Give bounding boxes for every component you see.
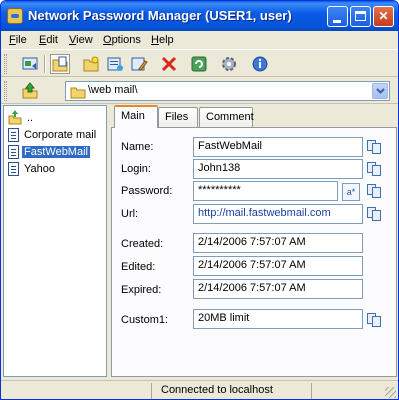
refresh-icon <box>22 57 38 70</box>
tree-item-corporate-mail[interactable]: Corporate mail <box>8 126 98 143</box>
tree-item-fastwebmail[interactable]: FastWebMail <box>8 143 90 160</box>
sync-button[interactable] <box>189 54 209 74</box>
edit-record-icon <box>131 57 148 71</box>
url-field[interactable]: http://mail.fastwebmail.com <box>193 204 363 224</box>
new-folder-button[interactable] <box>81 54 101 74</box>
path-combobox[interactable]: \web mail\ <box>65 81 390 101</box>
custom1-label: Custom1: <box>121 314 169 326</box>
menu-options-label: ptions <box>111 34 141 46</box>
pathbar-grip[interactable] <box>4 81 7 101</box>
sync-icon <box>191 56 207 72</box>
add-record-icon <box>107 57 123 71</box>
app-icon <box>7 8 23 24</box>
created-field: 2/14/2006 7:57:07 AM <box>193 233 363 253</box>
toolbar-separator <box>44 55 46 73</box>
add-record-button[interactable] <box>105 54 125 74</box>
copy-name-button[interactable] <box>366 139 382 155</box>
help-button[interactable] <box>250 54 270 74</box>
menu-options[interactable]: Options <box>103 34 141 46</box>
document-icon <box>8 161 19 176</box>
details-panel: Main Files Comment Name: FastWebMail Log… <box>111 105 397 377</box>
refresh-button[interactable] <box>20 54 40 74</box>
title-bar[interactable]: Network Password Manager (USER1, user) ✕ <box>1 1 398 31</box>
name-field[interactable]: FastWebMail <box>193 137 363 157</box>
document-icon <box>8 127 19 142</box>
minimize-button[interactable] <box>327 6 348 27</box>
folder-icon <box>70 87 86 99</box>
close-icon: ✕ <box>378 9 389 23</box>
status-divider <box>311 383 312 399</box>
status-bar: Connected to localhost <box>1 380 398 399</box>
tree-item-yahoo[interactable]: Yahoo <box>8 160 57 177</box>
show-password-button[interactable]: a* <box>342 183 360 201</box>
edited-field: 2/14/2006 7:57:07 AM <box>193 256 363 276</box>
path-dropdown-button[interactable] <box>372 83 388 99</box>
status-divider <box>151 383 152 399</box>
tree-item-label: FastWebMail <box>22 145 90 158</box>
copy-login-button[interactable] <box>366 161 382 177</box>
close-button[interactable]: ✕ <box>373 6 394 27</box>
login-label: Login: <box>121 163 151 175</box>
menu-view-label: iew <box>76 34 93 46</box>
up-folder-icon <box>22 82 38 99</box>
help-icon <box>252 56 268 72</box>
menu-file-label: ile <box>15 34 27 46</box>
login-field[interactable]: John138 <box>193 159 363 179</box>
resize-grip[interactable] <box>385 387 396 398</box>
tab-panel-main: Name: FastWebMail Login: John138 Passwor… <box>111 127 397 377</box>
tree-item-parent[interactable]: .. <box>8 109 35 126</box>
expired-label: Expired: <box>121 284 162 296</box>
settings-button[interactable] <box>219 54 239 74</box>
tab-files[interactable]: Files <box>158 107 198 127</box>
url-label: Url: <box>121 208 139 220</box>
up-folder-button[interactable] <box>20 81 40 101</box>
path-bar: \web mail\ <box>1 78 398 104</box>
edit-record-button[interactable] <box>129 54 149 74</box>
new-folder-icon <box>83 56 99 72</box>
password-field[interactable]: ********** <box>193 181 338 201</box>
tab-comment[interactable]: Comment <box>199 107 254 127</box>
record-tree[interactable]: .. Corporate mail FastWebMail Yahoo <box>3 105 107 377</box>
menu-view[interactable]: View <box>69 34 93 46</box>
tree-item-label: Yahoo <box>24 162 55 175</box>
copy-password-button[interactable] <box>366 183 382 199</box>
folder-tree-icon <box>52 56 68 72</box>
expired-field[interactable]: 2/14/2006 7:57:07 AM <box>193 279 363 299</box>
custom1-field[interactable]: 20MB limit <box>193 309 363 329</box>
settings-icon <box>222 57 236 71</box>
delete-button[interactable] <box>159 54 179 74</box>
path-value: \web mail\ <box>88 84 138 96</box>
menu-help-label: elp <box>158 34 174 46</box>
copy-custom1-button[interactable] <box>366 312 382 328</box>
menu-edit-label: dit <box>46 34 58 46</box>
tree-item-label: Corporate mail <box>24 128 97 141</box>
menu-bar: File Edit View Options Help <box>1 31 398 50</box>
menu-help-mnemonic: H <box>151 34 159 46</box>
document-icon <box>8 144 19 159</box>
toolbar <box>1 51 398 77</box>
menu-edit[interactable]: Edit <box>39 34 58 46</box>
folder-view-button[interactable] <box>50 54 70 74</box>
edited-label: Edited: <box>121 261 156 273</box>
minimize-icon <box>333 20 341 23</box>
menu-file-mnemonic: F <box>9 34 16 46</box>
menu-options-mnemonic: O <box>103 34 112 46</box>
toolbar-grip[interactable] <box>4 54 7 74</box>
delete-icon <box>161 56 177 72</box>
menu-file[interactable]: File <box>9 34 27 46</box>
created-label: Created: <box>121 238 164 250</box>
password-label: Password: <box>121 185 173 197</box>
name-label: Name: <box>121 141 154 153</box>
tab-main[interactable]: Main <box>114 105 158 128</box>
chevron-down-icon <box>375 88 385 94</box>
window-title: Network Password Manager (USER1, user) <box>28 8 292 23</box>
tree-item-label: .. <box>27 111 34 124</box>
connection-status: Connected to localhost <box>161 384 273 396</box>
maximize-icon <box>355 11 366 21</box>
maximize-button[interactable] <box>350 6 371 27</box>
up-folder-icon <box>8 110 22 125</box>
main-window: Network Password Manager (USER1, user) ✕… <box>0 0 399 400</box>
copy-url-button[interactable] <box>366 206 382 222</box>
menu-help[interactable]: Help <box>151 34 174 46</box>
